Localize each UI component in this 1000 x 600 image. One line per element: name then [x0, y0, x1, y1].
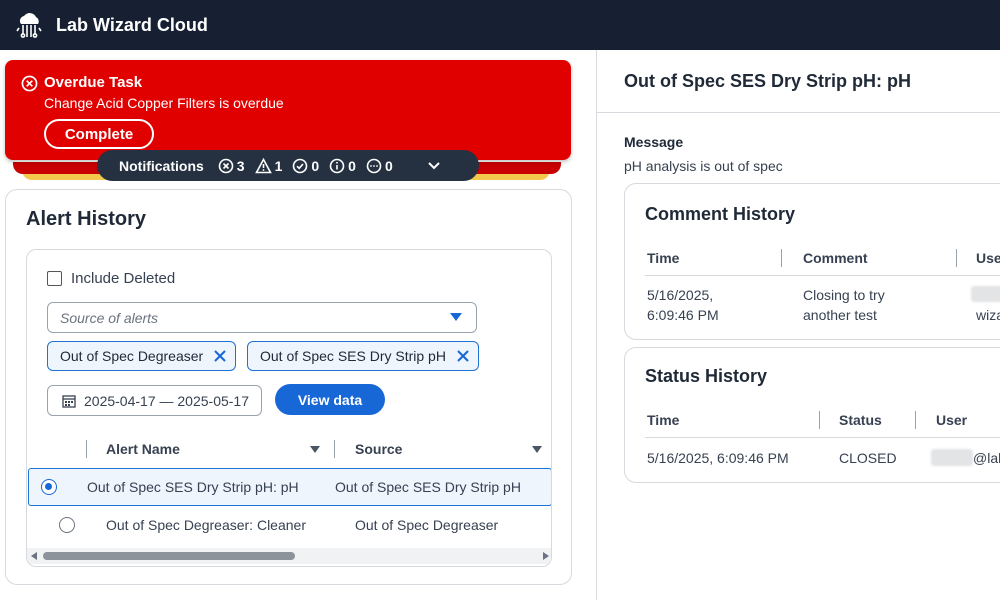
left-pane: Overdue Task Change Acid Copper Filters …: [0, 50, 596, 600]
close-icon[interactable]: [213, 349, 227, 363]
redacted-user: [971, 286, 1000, 302]
source-cell: Out of Spec SES Dry Strip pH: [335, 479, 521, 495]
column-separator: [915, 411, 916, 429]
view-data-button[interactable]: View data: [275, 384, 385, 415]
cloud-flask-icon[interactable]: [12, 8, 46, 42]
source-of-alerts-select[interactable]: Source of alerts: [47, 302, 477, 333]
status-value-cell: CLOSED: [839, 450, 897, 466]
info-count[interactable]: 0: [329, 158, 356, 174]
alert-detail-pane: Out of Spec SES Dry Strip pH: pH Message…: [596, 50, 1000, 600]
chevron-down-icon[interactable]: [427, 161, 441, 171]
check-circle-icon: [293, 158, 308, 173]
notifications-label: Notifications: [119, 157, 204, 174]
include-deleted-checkbox[interactable]: [47, 271, 62, 286]
app-title: Lab Wizard Cloud: [56, 14, 208, 35]
column-separator: [86, 440, 87, 458]
alert-name-cell: Out of Spec SES Dry Strip pH: pH: [87, 479, 299, 495]
date-range-value: 2025-04-17 — 2025-05-17: [84, 392, 250, 409]
column-separator: [781, 249, 782, 267]
redacted-user: [931, 449, 973, 466]
dropdown-caret-icon: [450, 313, 462, 321]
alert-history-card: Alert History Include Deleted Source of …: [5, 189, 572, 585]
alert-history-title: Alert History: [26, 208, 147, 230]
table-divider: [645, 275, 1000, 276]
status-user-cell: @lab: [973, 450, 1000, 466]
warning-triangle-icon: [254, 157, 272, 173]
alert-name-cell: Out of Spec Degreaser: Cleaner: [106, 517, 306, 533]
date-range-picker[interactable]: 2025-04-17 — 2025-05-17: [47, 385, 262, 416]
error-circle-icon: [21, 75, 38, 92]
status-time-cell: 5/16/2025, 6:09:46 PM: [647, 450, 789, 466]
source-cell: Out of Spec Degreaser: [355, 517, 499, 533]
top-bar: Lab Wizard Cloud: [0, 0, 1000, 50]
scroll-left-arrow[interactable]: [31, 552, 37, 560]
status-history-card: Status History Time Status User 5/16/202…: [624, 347, 1000, 483]
error-circle-icon: [218, 158, 234, 173]
message-text: pH analysis is out of spec: [624, 158, 783, 174]
scroll-right-arrow[interactable]: [543, 552, 549, 560]
notification-title: Overdue Task: [44, 74, 143, 91]
comment-history-card: Comment History Time Comment Use 5/16/20…: [624, 183, 1000, 340]
column-comment: Comment: [803, 250, 868, 266]
message-label: Message: [624, 134, 684, 150]
row-radio[interactable]: [59, 517, 75, 533]
chip-source[interactable]: Out of Spec Degreaser: [47, 341, 237, 371]
complete-button[interactable]: Complete: [44, 119, 154, 149]
filter-icon[interactable]: [532, 446, 542, 453]
comment-history-title: Comment History: [645, 204, 796, 224]
info-circle-icon: [329, 158, 345, 173]
divider: [597, 112, 1000, 113]
include-deleted-label: Include Deleted: [71, 270, 176, 287]
column-separator: [956, 249, 957, 267]
notification-message: Change Acid Copper Filters is overdue: [44, 95, 284, 111]
filter-icon[interactable]: [310, 446, 320, 453]
column-user: User: [936, 412, 968, 428]
calendar-icon: [62, 394, 76, 408]
other-count[interactable]: 0: [366, 158, 393, 174]
column-time: Time: [647, 412, 680, 428]
detail-title: Out of Spec SES Dry Strip pH: pH: [624, 71, 912, 91]
table-row[interactable]: Out of Spec Degreaser: Cleaner Out of Sp…: [27, 507, 551, 545]
column-separator: [819, 411, 820, 429]
chip-label: Out of Spec SES Dry Strip pH: [260, 348, 446, 364]
more-circle-icon: [366, 158, 382, 173]
column-user: Use: [976, 250, 1000, 266]
table-row[interactable]: Out of Spec SES Dry Strip pH: pH Out of …: [28, 468, 551, 506]
column-time: Time: [647, 250, 680, 266]
table-divider: [645, 437, 1000, 438]
overdue-notification: Overdue Task Change Acid Copper Filters …: [5, 60, 571, 160]
comment-text-cell: Closing to try another test: [803, 287, 885, 323]
comment-time-cell: 5/16/2025, 6:09:46 PM: [647, 287, 719, 323]
column-alert-name[interactable]: Alert Name: [106, 430, 180, 468]
horizontal-scrollbar[interactable]: [27, 548, 551, 564]
include-deleted-toggle[interactable]: Include Deleted: [47, 270, 175, 287]
success-count[interactable]: 0: [292, 158, 319, 174]
alert-table-header: Alert Name Source: [27, 430, 551, 468]
alert-filter-panel: Include Deleted Source of alerts Out of …: [26, 249, 552, 567]
column-source[interactable]: Source: [355, 430, 402, 468]
scroll-thumb[interactable]: [43, 552, 295, 560]
chip-label: Out of Spec Degreaser: [60, 348, 204, 364]
warning-count[interactable]: 1: [254, 157, 282, 174]
error-count[interactable]: 3: [218, 158, 245, 174]
column-separator[interactable]: [334, 440, 335, 458]
row-radio[interactable]: [41, 479, 57, 495]
notifications-bar[interactable]: Notifications 3 1 0 0 0: [97, 150, 479, 181]
source-placeholder: Source of alerts: [60, 309, 159, 326]
comment-user-cell: wiza: [976, 307, 1000, 323]
close-icon[interactable]: [456, 349, 470, 363]
column-status: Status: [839, 412, 882, 428]
chip-source[interactable]: Out of Spec SES Dry Strip pH: [247, 341, 479, 371]
status-history-title: Status History: [645, 366, 768, 386]
